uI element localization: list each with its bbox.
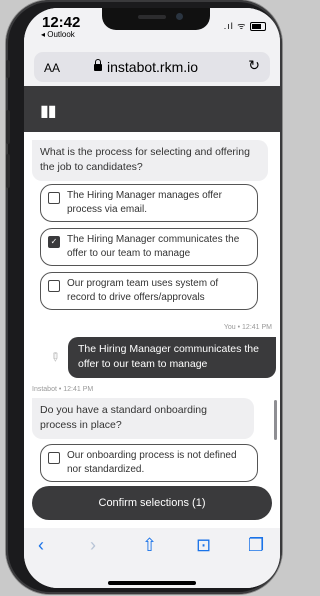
tabs-icon[interactable]: ❐ <box>248 535 264 556</box>
volume-up-button <box>6 110 10 144</box>
option-label: The Hiring Manager manages offer process… <box>67 190 222 215</box>
status-time: 12:42 <box>42 14 81 31</box>
screen: 12:42 ◂ Outlook .ıl ᯤ AA instabot.rkm.io… <box>24 8 280 588</box>
option-label: The Hiring Manager communicates the offe… <box>67 234 240 259</box>
checkbox-unchecked-icon[interactable] <box>48 280 60 292</box>
mute-switch <box>6 60 10 78</box>
volume-down-button <box>6 154 10 188</box>
signal-wifi-icon: .ıl ᯤ <box>223 21 247 31</box>
address-bar: AA instabot.rkm.io ↻ <box>24 48 280 86</box>
bookmarks-icon[interactable]: ⊡ <box>196 535 211 556</box>
option-system-of-record[interactable]: Our program team uses system of record t… <box>40 272 258 310</box>
reload-icon[interactable]: ↻ <box>248 57 260 74</box>
forward-icon[interactable]: › <box>90 535 96 556</box>
phone-frame: 12:42 ◂ Outlook .ıl ᯤ AA instabot.rkm.io… <box>6 0 282 594</box>
back-icon[interactable]: ‹ <box>38 535 44 556</box>
checkbox-unchecked-icon[interactable] <box>48 452 60 464</box>
confirm-selections-button[interactable]: Confirm selections (1) <box>32 486 272 520</box>
option-hiring-manager-communicates[interactable]: ✓ The Hiring Manager communicates the of… <box>40 228 258 266</box>
checkbox-checked-icon[interactable]: ✓ <box>48 236 60 248</box>
user-message: The Hiring Manager communicates the offe… <box>68 337 276 378</box>
chat-area[interactable]: What is the process for selecting and of… <box>24 132 280 484</box>
user-message-meta: You • 12:41 PM <box>223 324 272 331</box>
option-email-offer[interactable]: The Hiring Manager manages offer process… <box>40 184 258 222</box>
status-bar: 12:42 ◂ Outlook .ıl ᯤ <box>24 8 280 48</box>
pencil-edit-icon[interactable]: ✎ <box>47 348 64 365</box>
back-to-app-link[interactable]: ◂ Outlook <box>41 30 75 39</box>
lock-icon <box>94 58 102 71</box>
safari-toolbar: ‹ › ⇧ ⊡ ❐ <box>24 528 280 588</box>
url-field[interactable]: AA instabot.rkm.io ↻ <box>34 52 270 82</box>
option-label: Our program team uses system of record t… <box>67 278 219 303</box>
checkbox-unchecked-icon[interactable] <box>48 192 60 204</box>
option-label: Our onboarding process is not defined no… <box>67 450 237 475</box>
bot-message-meta: Instabot • 12:41 PM <box>32 386 94 393</box>
instabot-logo-icon: ▮▮ <box>40 103 57 120</box>
battery-icon <box>250 22 266 32</box>
url-text: instabot.rkm.io <box>94 58 199 75</box>
camera-icon <box>176 13 183 20</box>
app-header: ▮▮ <box>24 86 280 132</box>
home-indicator[interactable] <box>108 581 196 585</box>
option-onboarding-not-defined[interactable]: Our onboarding process is not defined no… <box>40 444 258 482</box>
bot-message-question1: What is the process for selecting and of… <box>32 140 268 181</box>
reader-settings-button[interactable]: AA <box>44 61 60 75</box>
bot-message-question2: Do you have a standard onboarding proces… <box>32 398 254 439</box>
url-label: instabot.rkm.io <box>107 59 199 75</box>
scrollbar[interactable] <box>274 400 277 440</box>
system-icons: .ıl ᯤ <box>224 19 266 32</box>
speaker-grille <box>138 15 166 19</box>
share-icon[interactable]: ⇧ <box>142 535 157 556</box>
notch <box>102 8 210 30</box>
